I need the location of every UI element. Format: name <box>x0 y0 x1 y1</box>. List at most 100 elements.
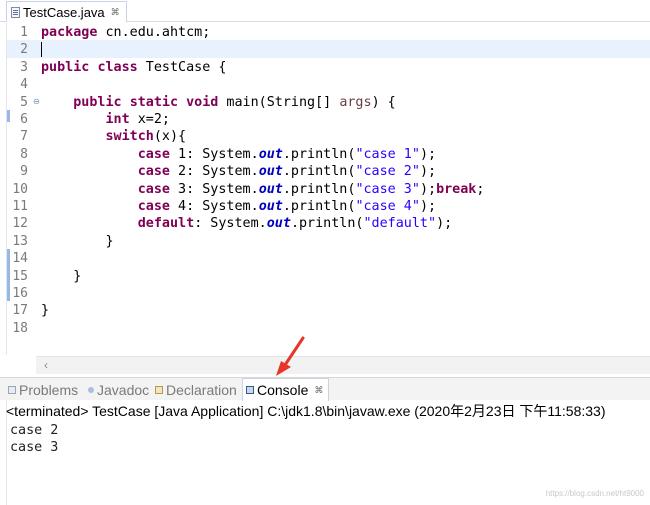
keyword: public <box>41 59 90 75</box>
line-number: 7 <box>20 129 28 145</box>
keyword: static <box>129 94 179 110</box>
keyword: switch <box>105 129 154 145</box>
line-number: 2 <box>20 42 28 58</box>
field: out <box>258 164 283 180</box>
code-text: TestCase { <box>137 59 227 75</box>
keyword: public <box>73 94 122 110</box>
keyword: void <box>186 94 219 110</box>
string-literal: "case 4" <box>355 199 420 214</box>
code-line-2 <box>41 41 650 58</box>
line-number: 11 <box>12 199 28 214</box>
fold-toggle-icon[interactable]: ⊖ <box>33 97 40 106</box>
line-number: 5 <box>20 94 28 110</box>
line-number: 17 <box>12 303 28 319</box>
code-text: ); <box>419 199 437 214</box>
code-text: 3: System. <box>170 181 259 197</box>
line-number: 9 <box>20 164 28 180</box>
editor-tab-label: TestCase.java <box>23 4 105 20</box>
code-text: ); <box>436 216 453 232</box>
line-number: 13 <box>12 233 28 249</box>
declaration-icon <box>155 385 163 394</box>
code-text: } <box>105 233 114 249</box>
keyword: case <box>137 146 170 162</box>
code-text: main(String[] <box>218 94 340 110</box>
problems-icon <box>8 385 16 394</box>
parameter: args <box>339 94 372 110</box>
code-line-7: switch(x){ <box>41 128 650 145</box>
code-line-9: case 2: System.out.println("case 2"); <box>41 163 650 180</box>
field: out <box>258 199 283 214</box>
console-output-line: case 2 <box>10 423 59 438</box>
close-icon[interactable]: ⌘ <box>111 7 120 18</box>
code-line-6: int x=2; <box>41 111 650 128</box>
line-number: 16 <box>12 286 28 301</box>
line-number: 4 <box>20 77 28 93</box>
code-line-10: case 3: System.out.println("case 3");bre… <box>41 181 650 198</box>
string-literal: "case 1" <box>355 146 420 162</box>
code-line-11: case 4: System.out.println("case 4"); <box>41 198 650 215</box>
code-text: ; <box>476 181 485 197</box>
code-line-8: case 1: System.out.println("case 1"); <box>41 146 650 163</box>
keyword: case <box>137 164 170 180</box>
console-icon <box>246 386 254 394</box>
tab-declaration[interactable]: Declaration <box>155 378 237 401</box>
code-text: x=2; <box>129 112 170 127</box>
line-number: 12 <box>12 216 28 232</box>
code-line-13: } <box>41 233 650 250</box>
string-literal: "case 3" <box>355 181 420 197</box>
code-editor[interactable]: 1 2 3 4 5 6 7 8 9 10 11 12 13 14 15 16 1… <box>6 23 650 355</box>
line-number: 8 <box>20 146 28 162</box>
tab-label: Javadoc <box>97 381 150 398</box>
string-literal: "case 2" <box>355 164 420 180</box>
view-tabbar: Problems Javadoc Declaration Console ⌘ <box>0 377 650 401</box>
code-line-17: } <box>41 302 650 319</box>
tab-label: Problems <box>19 381 79 398</box>
line-number: 3 <box>20 59 28 75</box>
editor-tabbar: TestCase.java ⌘ <box>0 0 650 22</box>
keyword: break <box>436 181 477 197</box>
close-icon[interactable]: ⌘ <box>314 385 323 396</box>
tab-label: Console <box>257 382 309 398</box>
code-line-5: public static void main(String[] args) { <box>41 94 650 111</box>
horizontal-scrollbar[interactable]: ‹ <box>36 356 650 374</box>
field: out <box>258 146 283 162</box>
line-number: 15 <box>12 268 28 284</box>
line-number: 14 <box>12 251 28 267</box>
line-number: 6 <box>20 112 28 127</box>
chevron-left-icon[interactable]: ‹ <box>44 358 48 372</box>
code-line-1: package cn.edu.ahtcm; <box>41 24 650 41</box>
code-text: .println( <box>282 164 356 180</box>
line-number: 18 <box>12 320 28 336</box>
code-text: ) { <box>371 94 396 110</box>
code-line-3: public class TestCase { <box>41 59 650 76</box>
keyword: default <box>137 216 195 232</box>
watermark-text: https://blog.csdn.net/ht9000 <box>545 489 644 498</box>
code-text: .println( <box>282 181 356 197</box>
code-text: } <box>41 303 50 319</box>
tab-javadoc[interactable]: Javadoc <box>88 378 149 401</box>
keyword: case <box>137 199 170 214</box>
code-text: 4: System. <box>170 199 259 214</box>
code-text: .println( <box>282 146 356 162</box>
code-text: .println( <box>282 199 356 214</box>
editor-tab-testcase[interactable]: TestCase.java ⌘ <box>6 1 127 22</box>
keyword: package <box>41 25 98 40</box>
annotation-arrow-icon <box>276 336 305 376</box>
code-text: (x){ <box>153 129 187 145</box>
code-text: : System. <box>194 216 267 232</box>
tab-problems[interactable]: Problems <box>8 378 78 401</box>
tab-label: Declaration <box>166 381 237 398</box>
line-number: 10 <box>12 181 28 197</box>
code-line-12: default: System.out.println("default"); <box>41 215 650 232</box>
code-text: ); <box>419 181 437 197</box>
line-number: 1 <box>20 25 28 40</box>
code-text: ); <box>419 164 437 180</box>
keyword: int <box>105 112 130 127</box>
java-file-icon <box>11 6 20 18</box>
keyword: case <box>137 181 170 197</box>
tab-console[interactable]: Console ⌘ <box>242 378 330 401</box>
console-output-line: case 3 <box>10 440 59 455</box>
code-text: 2: System. <box>170 164 259 180</box>
console-status-header: <terminated> TestCase [Java Application]… <box>6 403 606 419</box>
code-text: 1: System. <box>170 146 259 162</box>
